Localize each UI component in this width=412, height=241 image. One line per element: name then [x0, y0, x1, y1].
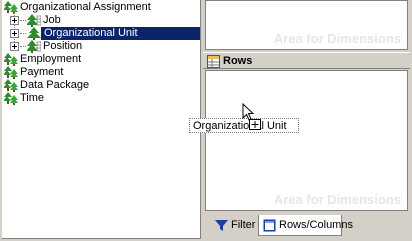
tab-label: Rows/Columns — [279, 219, 353, 231]
tree-item-organizational-assignment[interactable]: Organizational Assignment — [2, 1, 200, 14]
tree-item-label: Time — [20, 92, 45, 104]
tab-rows-columns[interactable]: Rows/Columns — [258, 215, 353, 236]
columns-drop-area[interactable]: Area for Dimensions — [205, 0, 408, 50]
tree-item-label: Employment — [20, 53, 82, 65]
tree-item-payment[interactable]: Payment — [2, 66, 200, 79]
hierarchy-icon — [4, 1, 18, 14]
rows-section-header: Rows — [203, 52, 410, 69]
area-watermark: Area for Dimensions — [273, 192, 401, 207]
hierarchy-icon — [4, 66, 18, 79]
tree-icon — [27, 27, 41, 40]
tree-item-time[interactable]: Time — [2, 92, 200, 105]
tree-connector — [20, 20, 26, 21]
tree-item-label: Job — [43, 14, 61, 26]
mouse-pointer-icon — [242, 103, 255, 121]
tab-strip: Filter Rows/Columns — [203, 213, 410, 239]
hierarchy-icon — [4, 79, 18, 92]
rows-header-label: Rows — [223, 55, 253, 67]
hierarchy-icon — [4, 53, 18, 66]
expand-icon[interactable] — [10, 42, 19, 51]
tree-item-data-package[interactable]: Data Package — [2, 79, 200, 92]
tree-item-label: Position — [43, 40, 83, 52]
tree-item-job[interactable]: Job — [2, 14, 200, 27]
filter-icon — [215, 220, 228, 231]
tree-item-label: Organizational Unit — [41, 27, 200, 40]
tab-filter[interactable]: Filter — [211, 215, 255, 235]
tree-connector — [20, 33, 26, 34]
tree-item-label: Organizational Assignment — [20, 1, 151, 13]
tree-item-label: Payment — [20, 66, 64, 78]
rows-drop-area[interactable]: Area for Dimensions — [205, 70, 408, 211]
tab-label: Filter — [231, 219, 256, 231]
tree-connector — [20, 46, 26, 47]
tree-item-organizational-unit[interactable]: Organizational Unit — [2, 27, 200, 40]
tree-item-employment[interactable]: Employment — [2, 53, 200, 66]
tree-item-label: Data Package — [20, 79, 90, 91]
expand-icon[interactable] — [10, 16, 19, 25]
drag-ghost-label: Organizational Unit — [193, 120, 287, 132]
area-watermark: Area for Dimensions — [273, 31, 401, 46]
hierarchy-node-icon — [27, 14, 41, 27]
rows-icon — [207, 55, 220, 68]
dimension-tree[interactable]: Organizational Assignment Job Organizati… — [2, 0, 201, 239]
rows-columns-icon — [263, 219, 276, 232]
hierarchy-node-icon — [27, 40, 41, 53]
hierarchy-icon — [4, 92, 18, 105]
expand-icon[interactable] — [10, 29, 19, 38]
tree-item-position[interactable]: Position — [2, 40, 200, 53]
